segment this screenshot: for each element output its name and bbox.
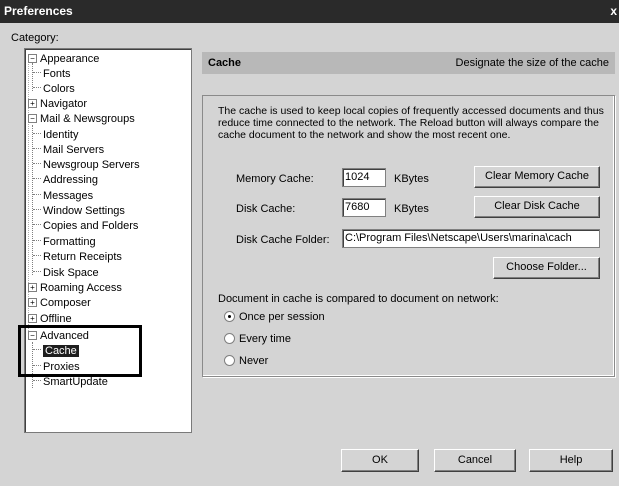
memory-cache-unit: KBytes — [394, 173, 429, 185]
close-icon[interactable]: x — [610, 4, 617, 18]
tree-label: SmartUpdate — [43, 376, 108, 388]
tree-label: Newsgroup Servers — [43, 159, 140, 171]
expand-icon[interactable]: + — [28, 283, 37, 292]
radio-every-time[interactable]: Every time — [224, 333, 291, 345]
tree-item-mail-newsgroups[interactable]: − Mail & Newsgroups — [28, 113, 135, 128]
expand-icon[interactable]: + — [28, 99, 37, 108]
disk-cache-folder-input[interactable]: C:\Program Files\Netscape\Users\marina\c… — [342, 229, 600, 248]
tree-item-mail-servers[interactable]: Mail Servers — [33, 144, 104, 159]
cache-description: The cache is used to keep local copies o… — [218, 105, 604, 141]
tree-item-newsgroup-servers[interactable]: Newsgroup Servers — [33, 159, 140, 174]
tree-label: Formatting — [43, 236, 96, 248]
panel-title: Cache — [208, 57, 242, 69]
radio-label: Never — [239, 355, 269, 367]
tree-label: Fonts — [43, 68, 71, 80]
tree-label: Mail & Newsgroups — [40, 113, 135, 125]
radio-never[interactable]: Never — [224, 355, 268, 367]
tree-label: Navigator — [40, 98, 88, 110]
memory-cache-input[interactable]: 1024 — [342, 168, 386, 187]
tree-label: Return Receipts — [43, 251, 122, 263]
cancel-button[interactable]: Cancel — [434, 449, 516, 472]
tree-label: Appearance — [40, 53, 100, 65]
tree-item-appearance[interactable]: − Appearance — [28, 53, 99, 68]
tree-label: Messages — [43, 190, 94, 202]
collapse-icon[interactable]: − — [28, 114, 37, 123]
tree-label: Offline — [40, 313, 72, 325]
radio-label: Once per session — [239, 311, 325, 323]
cache-settings-panel: The cache is used to keep local copies o… — [202, 95, 615, 377]
panel-description: Designate the size of the cache — [455, 57, 609, 69]
tree-label: Mail Servers — [43, 144, 105, 156]
tree-label: Composer — [40, 297, 91, 309]
tree-item-messages[interactable]: Messages — [33, 190, 93, 205]
radio-once-per-session[interactable]: Once per session — [224, 311, 325, 323]
tree-item-navigator[interactable]: + Navigator — [28, 98, 87, 113]
tree-item-window-settings[interactable]: Window Settings — [33, 205, 125, 220]
memory-cache-label: Memory Cache: — [236, 173, 314, 185]
tree-item-return-receipts[interactable]: Return Receipts — [33, 251, 122, 266]
tree-label: Roaming Access — [40, 282, 122, 294]
help-button[interactable]: Help — [529, 449, 613, 472]
tree-item-colors[interactable]: Colors — [33, 83, 75, 98]
panel-header: Cache Designate the size of the cache — [202, 52, 615, 74]
tree-label: Colors — [43, 83, 75, 95]
radio-icon — [224, 333, 235, 344]
tree-item-roaming-access[interactable]: + Roaming Access — [28, 282, 122, 297]
tree-label: Copies and Folders — [43, 220, 139, 232]
tree-label: Addressing — [43, 174, 99, 186]
disk-cache-label: Disk Cache: — [236, 203, 296, 215]
annotation-highlight-box — [18, 325, 142, 377]
category-label: Category: — [11, 32, 59, 44]
choose-folder-button[interactable]: Choose Folder... — [493, 257, 600, 279]
expand-icon[interactable]: + — [28, 314, 37, 323]
collapse-icon[interactable]: − — [28, 54, 37, 63]
disk-cache-folder-label: Disk Cache Folder: — [236, 234, 330, 246]
clear-disk-cache-button[interactable]: Clear Disk Cache — [474, 196, 600, 218]
disk-cache-input[interactable]: 7680 — [342, 198, 386, 217]
tree-item-disk-space[interactable]: Disk Space — [33, 267, 99, 282]
window-title: Preferences — [4, 4, 73, 18]
compare-label: Document in cache is compared to documen… — [218, 293, 499, 305]
tree-label: Window Settings — [43, 205, 125, 217]
tree-label: Identity — [43, 129, 79, 141]
radio-icon — [224, 355, 235, 366]
radio-label: Every time — [239, 333, 291, 345]
tree-item-copies-folders[interactable]: Copies and Folders — [33, 220, 138, 235]
tree-item-composer[interactable]: + Composer — [28, 297, 91, 312]
tree-label: Disk Space — [43, 267, 99, 279]
radio-selected-icon — [224, 311, 235, 322]
tree-item-addressing[interactable]: Addressing — [33, 174, 98, 189]
disk-cache-unit: KBytes — [394, 203, 429, 215]
tree-item-identity[interactable]: Identity — [33, 129, 78, 144]
tree-item-formatting[interactable]: Formatting — [33, 236, 96, 251]
tree-item-smartupdate[interactable]: SmartUpdate — [33, 376, 108, 391]
title-bar: Preferences x — [0, 0, 619, 23]
tree-item-fonts[interactable]: Fonts — [33, 68, 71, 83]
ok-button[interactable]: OK — [341, 449, 419, 472]
clear-memory-cache-button[interactable]: Clear Memory Cache — [474, 166, 600, 188]
expand-icon[interactable]: + — [28, 298, 37, 307]
